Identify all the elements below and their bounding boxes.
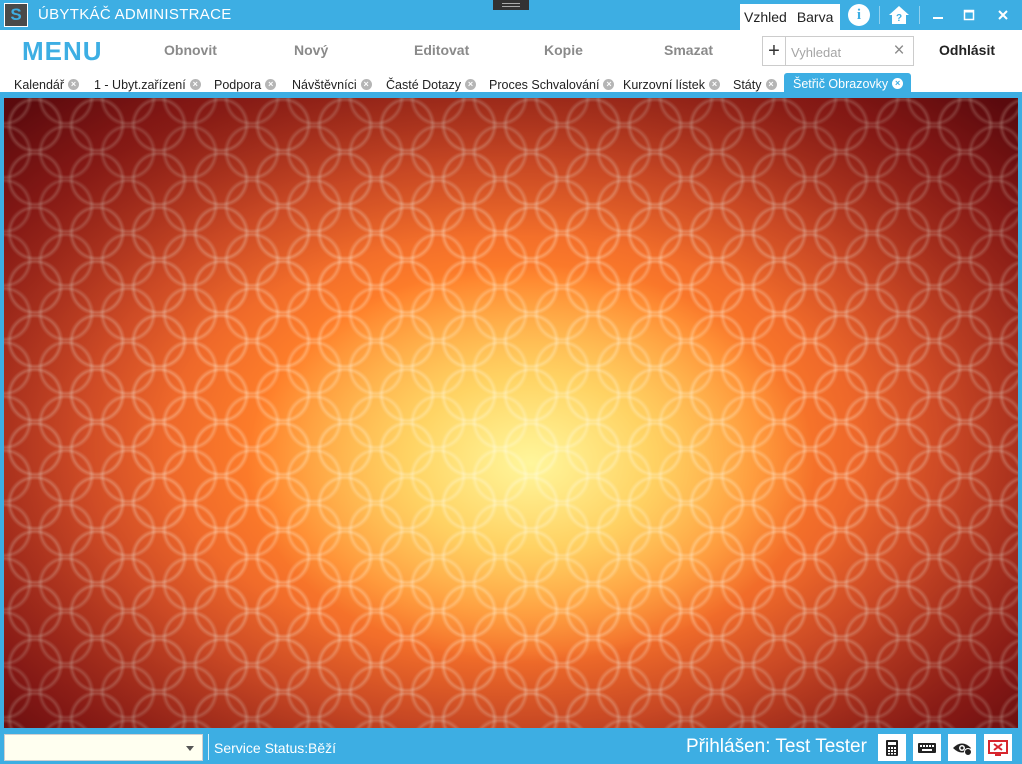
edit-button[interactable]: Editovat: [414, 42, 469, 58]
tab-close-icon[interactable]: ×: [892, 78, 904, 89]
new-button[interactable]: Nový: [294, 42, 328, 58]
status-separator: [208, 734, 209, 760]
maximize-icon: [963, 9, 975, 21]
keyboard-button[interactable]: [913, 734, 941, 761]
title-bar: S ÚBYTKÁČ ADMINISTRACE Vzhled Barva i ?: [0, 0, 1022, 30]
home-help-button[interactable]: ?: [884, 0, 914, 30]
close-icon: [998, 10, 1008, 20]
keyboard-icon: [918, 742, 936, 753]
home-help-icon: ?: [889, 6, 909, 24]
screen-off-button[interactable]: [984, 734, 1012, 761]
title-separator: [919, 6, 920, 24]
info-icon: i: [848, 4, 870, 26]
search-box: ×: [785, 36, 914, 66]
appearance-menu: Vzhled Barva: [740, 4, 840, 30]
status-dropdown[interactable]: [4, 734, 203, 761]
view-menu-item[interactable]: Vzhled: [744, 9, 787, 25]
calculator-button[interactable]: [878, 734, 906, 761]
service-status-label: Service Status:: [214, 740, 309, 756]
minimize-button[interactable]: [927, 0, 949, 30]
service-status-value: Běží: [308, 740, 337, 756]
tab-close-icon[interactable]: ×: [708, 79, 720, 90]
logout-button[interactable]: Odhlásit: [939, 42, 995, 58]
clear-search-icon[interactable]: ×: [889, 40, 909, 62]
color-menu-item[interactable]: Barva: [797, 9, 834, 25]
eye-refresh-button[interactable]: [948, 734, 976, 761]
document-tabs: Kalendář × 1 - Ubyt.zařízení × Podpora × Ná…: [0, 72, 1022, 94]
tab-close-icon[interactable]: ×: [189, 79, 201, 90]
tab-close-icon[interactable]: ×: [465, 79, 477, 90]
maximize-button[interactable]: [958, 0, 980, 30]
delete-button[interactable]: Smazat: [664, 42, 713, 58]
app-logo-icon: S: [4, 3, 28, 27]
tab-label: Státy: [733, 77, 762, 92]
eye-refresh-icon: [953, 743, 972, 756]
refresh-button[interactable]: Obnovit: [164, 42, 217, 58]
minimize-icon: [933, 17, 943, 19]
screensaver-image: [4, 98, 1018, 728]
drag-handle-icon[interactable]: [493, 0, 529, 10]
status-bar: Service Status: Běží Přihlášen: Test Tes…: [0, 730, 1022, 764]
svg-text:?: ?: [896, 13, 902, 24]
tab-label: Šetřič Obrazovky: [793, 76, 889, 91]
tab-close-icon[interactable]: ×: [603, 79, 615, 90]
tab-label: Kurzovní lístek: [623, 77, 705, 92]
copy-button[interactable]: Kopie: [544, 42, 583, 58]
search-input[interactable]: [791, 43, 887, 61]
calculator-icon: [886, 739, 898, 756]
tab-close-icon[interactable]: ×: [765, 79, 777, 90]
vignette-overlay: [4, 98, 1018, 728]
screen-off-icon: [988, 739, 1008, 756]
tab-label: Proces Schvalování: [489, 77, 600, 92]
menu-button[interactable]: MENU: [22, 36, 103, 67]
chevron-down-icon: [186, 746, 194, 751]
app-title: ÚBYTKÁČ ADMINISTRACE: [38, 6, 232, 23]
main-toolbar: MENU Obnovit Nový Editovat Kopie Smazat …: [0, 30, 1022, 72]
add-filter-button[interactable]: +: [762, 36, 786, 66]
content-frame: [0, 94, 1022, 730]
logged-in-user: Přihlášen: Test Tester: [686, 736, 867, 757]
tab-close-icon[interactable]: ×: [68, 79, 80, 90]
tab-label: 1 - Ubyt.zařízení: [94, 77, 186, 92]
title-separator: [879, 6, 880, 24]
tab-close-icon[interactable]: ×: [360, 79, 372, 90]
tab-label: Časté Dotazy: [386, 77, 462, 92]
tab-close-icon[interactable]: ×: [265, 79, 277, 90]
tab-screensaver[interactable]: Šetřič Obrazovky ×: [784, 73, 912, 94]
app-window: S ÚBYTKÁČ ADMINISTRACE Vzhled Barva i ?: [0, 0, 1022, 764]
close-button[interactable]: [992, 0, 1014, 30]
tab-label: Podpora: [214, 77, 262, 92]
tab-label: Kalendář: [14, 77, 65, 92]
tab-label: Návštěvníci: [292, 77, 357, 92]
info-button[interactable]: i: [845, 0, 873, 30]
